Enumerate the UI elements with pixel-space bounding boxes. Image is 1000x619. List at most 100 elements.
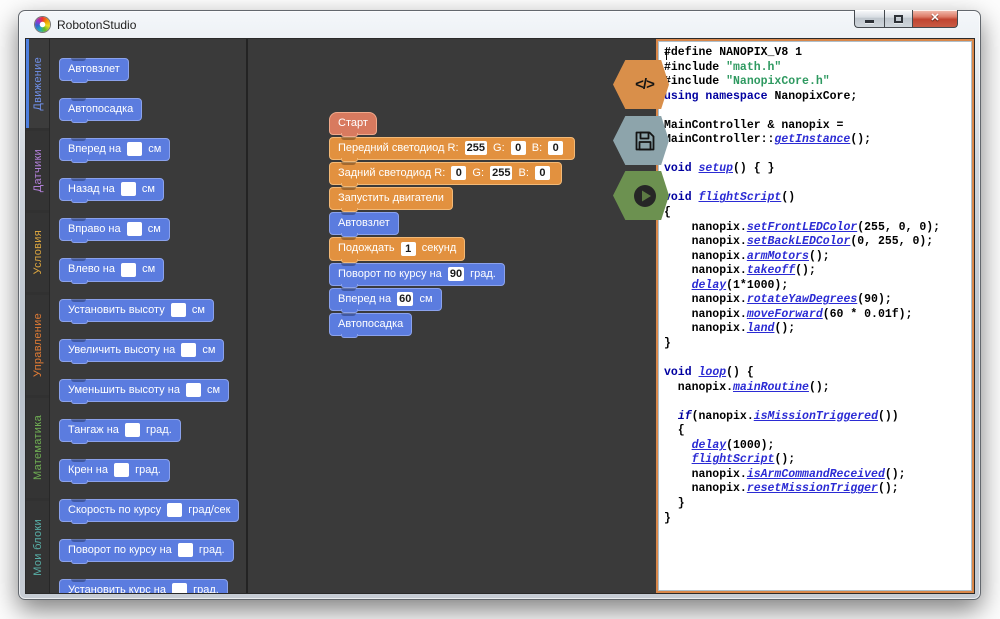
palette-block[interactable]: Установить курс на град. [59, 579, 228, 593]
block-label: см [189, 304, 205, 316]
script-stack: Старт Передний светодиод R: 255 G: 0 B: … [329, 112, 575, 338]
palette-block[interactable]: Установить высоту см [59, 299, 214, 322]
sidebar-tab-label: Движение [32, 57, 44, 111]
block-input[interactable] [171, 303, 186, 317]
script-block[interactable]: Задний светодиод R: 0 G: 255 B: 0 [329, 162, 562, 185]
block-input[interactable]: 0 [451, 166, 466, 180]
sidebar-tab-2[interactable]: Датчики [26, 131, 49, 210]
palette-block[interactable]: Автовзлет [59, 58, 129, 81]
script-block[interactable]: Автовзлет [329, 212, 399, 235]
block-label: Уменьшить высоту на [68, 384, 183, 396]
close-button[interactable]: ✕ [912, 10, 958, 28]
palette-block[interactable]: Вперед на см [59, 138, 170, 161]
script-block[interactable]: Подождать 1 секунд [329, 237, 465, 260]
block-label: Вперед на [338, 293, 394, 305]
script-block[interactable]: Запустить двигатели [329, 187, 453, 210]
block-input[interactable] [121, 182, 136, 196]
block-label: Вперед на [68, 143, 124, 155]
sidebar-tab-5[interactable]: Математика [26, 398, 49, 498]
palette-block[interactable]: Вправо на см [59, 218, 170, 241]
block-label: G: [490, 142, 508, 154]
code-line: delay(1000); [664, 439, 966, 454]
code-line: nanopix.mainRoutine(); [664, 381, 966, 396]
code-line: #include "math.h" [664, 61, 966, 76]
block-palette[interactable]: Автовзлет Автопосадка Вперед на см Назад… [51, 39, 246, 593]
block-input[interactable] [114, 463, 129, 477]
palette-block[interactable]: Тангаж на град. [59, 419, 181, 442]
code-line: { [664, 206, 966, 221]
window-controls: ✕ [854, 10, 958, 28]
block-input[interactable] [172, 583, 187, 593]
block-label: Назад на [68, 183, 118, 195]
code-line: nanopix.armMotors(); [664, 250, 966, 265]
script-block[interactable]: Старт [329, 112, 377, 135]
block-input[interactable] [178, 543, 193, 557]
palette-block[interactable]: Уменьшить высоту на см [59, 379, 229, 402]
sidebar-tab-label: Управление [32, 313, 44, 377]
palette-block[interactable]: Влево на см [59, 258, 164, 281]
sidebar-tab-6[interactable]: Мои блоки [26, 501, 49, 593]
code-line: MainController::getInstance(); [664, 133, 966, 148]
block-input[interactable]: 60 [397, 292, 413, 306]
code-line: nanopix.rotateYawDegrees(90); [664, 293, 966, 308]
block-label: Поворот по курсу на [338, 268, 445, 280]
sidebar-tab-3[interactable]: Условия [26, 213, 49, 293]
script-block[interactable]: Автопосадка [329, 313, 412, 336]
palette-block[interactable]: Крен на град. [59, 459, 170, 482]
block-input[interactable] [121, 263, 136, 277]
block-label: Крен на [68, 464, 111, 476]
sidebar-tab-label: Мои блоки [32, 519, 44, 576]
code-line: nanopix.setFrontLEDColor(255, 0, 0); [664, 221, 966, 236]
code-line: { [664, 424, 966, 439]
palette-block[interactable]: Увеличить высоту на см [59, 339, 224, 362]
palette-block[interactable]: Скорость по курсу град/сек [59, 499, 239, 522]
block-input[interactable] [127, 222, 142, 236]
minimize-button[interactable] [854, 10, 884, 28]
block-input[interactable]: 0 [535, 166, 550, 180]
sidebar-tab-4[interactable]: Управление [26, 295, 49, 394]
block-input[interactable] [181, 343, 196, 357]
block-input[interactable]: 0 [548, 141, 563, 155]
block-label: см [145, 143, 161, 155]
active-tab-indicator [26, 39, 29, 128]
maximize-icon [894, 15, 903, 23]
code-editor[interactable]: #define NANOPIX_V8 1#include "math.h"#in… [656, 39, 974, 593]
script-block[interactable]: Передний светодиод R: 255 G: 0 B: 0 [329, 137, 575, 160]
sidebar-tab-1[interactable]: Движение [26, 39, 49, 128]
block-label: Передний светодиод R: [338, 142, 462, 154]
code-line [664, 395, 966, 410]
maximize-button[interactable] [884, 10, 912, 28]
block-input[interactable]: 1 [401, 242, 416, 256]
script-block[interactable]: Поворот по курсу на 90 град. [329, 263, 505, 286]
block-input[interactable]: 255 [490, 166, 512, 180]
code-line: } [664, 337, 966, 352]
palette-block[interactable]: Поворот по курсу на град. [59, 539, 234, 562]
block-label: B: [529, 142, 546, 154]
block-label: Задний светодиод R: [338, 167, 448, 179]
script-block[interactable]: Вперед на 60 см [329, 288, 442, 311]
block-input[interactable] [167, 503, 182, 517]
block-label: G: [469, 167, 487, 179]
block-label: град. [467, 268, 496, 280]
block-input[interactable]: 0 [511, 141, 526, 155]
block-input[interactable] [127, 142, 142, 156]
code-line: nanopix.resetMissionTrigger(); [664, 482, 966, 497]
title-bar[interactable]: RobotonStudio ✕ [25, 11, 974, 38]
text-caret [666, 48, 667, 60]
code-line: void setup() { } [664, 162, 966, 177]
block-label: Автопосадка [68, 103, 133, 115]
minimize-icon [865, 20, 874, 23]
block-label: см [199, 344, 215, 356]
palette-block[interactable]: Автопосадка [59, 98, 142, 121]
script-workspace[interactable]: Старт Передний светодиод R: 255 G: 0 B: … [248, 39, 658, 593]
sidebar-tab-label: Датчики [32, 149, 44, 192]
code-line: void flightScript() [664, 191, 966, 206]
code-line: MainController & nanopix = [664, 119, 966, 134]
block-input[interactable] [186, 383, 201, 397]
block-input[interactable]: 90 [448, 267, 464, 281]
block-input[interactable]: 255 [465, 141, 487, 155]
block-label: Старт [338, 117, 368, 129]
block-input[interactable] [125, 423, 140, 437]
palette-block[interactable]: Назад на см [59, 178, 164, 201]
block-label: Влево на [68, 264, 118, 276]
